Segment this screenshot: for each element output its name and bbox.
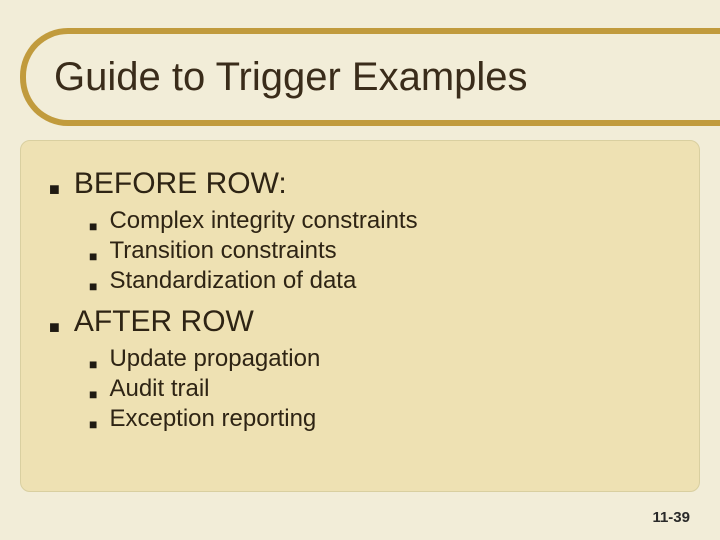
square-bullet-icon: ■ bbox=[49, 180, 60, 198]
list-item-text: Standardization of data bbox=[109, 267, 356, 295]
section-before-row: ■ BEFORE ROW: ■ Complex integrity constr… bbox=[49, 167, 671, 295]
square-bullet-icon: ■ bbox=[89, 357, 97, 371]
square-bullet-icon: ■ bbox=[89, 417, 97, 431]
page-number: 11-39 bbox=[652, 509, 690, 526]
list-item-text: Audit trail bbox=[109, 375, 209, 403]
square-bullet-icon: ■ bbox=[89, 249, 97, 263]
square-bullet-icon: ■ bbox=[49, 318, 60, 336]
list-item-text: Update propagation bbox=[109, 345, 320, 373]
section-heading-text: BEFORE ROW: bbox=[74, 167, 287, 201]
slide: Guide to Trigger Examples ■ BEFORE ROW: … bbox=[0, 0, 720, 540]
section-items: ■ Complex integrity constraints ■ Transi… bbox=[89, 207, 671, 295]
square-bullet-icon: ■ bbox=[89, 219, 97, 233]
square-bullet-icon: ■ bbox=[89, 279, 97, 293]
list-item: ■ Transition constraints bbox=[89, 237, 671, 265]
section-items: ■ Update propagation ■ Audit trail ■ Exc… bbox=[89, 345, 671, 433]
section-heading: ■ AFTER ROW bbox=[49, 305, 671, 339]
section-heading: ■ BEFORE ROW: bbox=[49, 167, 671, 201]
list-item: ■ Exception reporting bbox=[89, 405, 671, 433]
title-bar: Guide to Trigger Examples bbox=[20, 28, 720, 126]
square-bullet-icon: ■ bbox=[89, 387, 97, 401]
title-inner: Guide to Trigger Examples bbox=[26, 34, 720, 120]
list-item-text: Exception reporting bbox=[109, 405, 316, 433]
section-after-row: ■ AFTER ROW ■ Update propagation ■ Audit… bbox=[49, 305, 671, 433]
list-item: ■ Standardization of data bbox=[89, 267, 671, 295]
list-item: ■ Update propagation bbox=[89, 345, 671, 373]
list-item: ■ Audit trail bbox=[89, 375, 671, 403]
slide-title: Guide to Trigger Examples bbox=[54, 55, 528, 100]
list-item: ■ Complex integrity constraints bbox=[89, 207, 671, 235]
section-heading-text: AFTER ROW bbox=[74, 305, 254, 339]
content-panel: ■ BEFORE ROW: ■ Complex integrity constr… bbox=[20, 140, 700, 492]
list-item-text: Complex integrity constraints bbox=[109, 207, 417, 235]
list-item-text: Transition constraints bbox=[109, 237, 336, 265]
